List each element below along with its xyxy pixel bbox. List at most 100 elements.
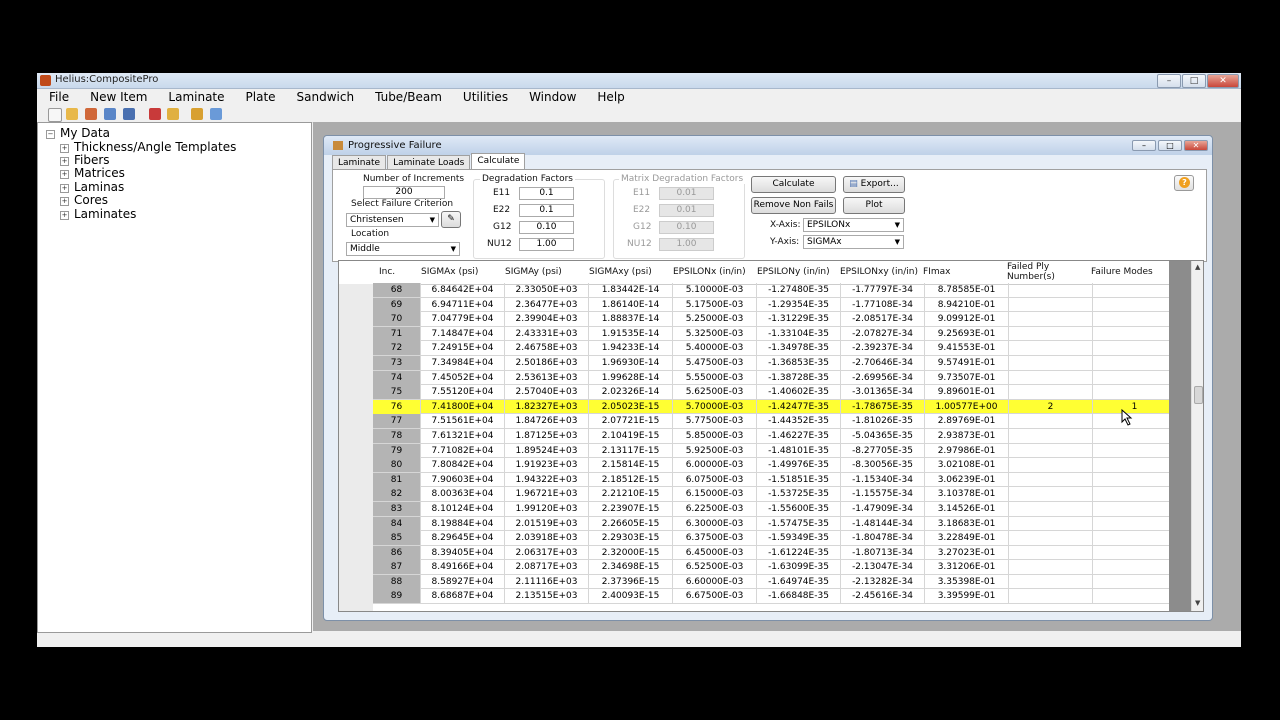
cell-epsilonx[interactable]: 6.52500E-03 [673,560,757,575]
cell-failure-mode[interactable] [1093,326,1177,341]
menu-sandwich[interactable]: Sandwich [285,89,364,107]
cell-fimax[interactable]: 3.31206E-01 [925,560,1009,575]
table-row[interactable]: 89 8.68687E+04 2.13515E+03 2.40093E-15 6.675… [373,589,1191,605]
child-maximize-button[interactable]: □ [1158,140,1182,151]
cell-epsilonx[interactable]: 5.10000E-03 [673,283,757,297]
cell-fimax[interactable]: 3.02108E-01 [925,458,1009,473]
cell-epsilonx[interactable]: 6.00000E-03 [673,458,757,473]
table-row[interactable]: 86 8.39405E+04 2.06317E+03 2.32000E-15 6.450… [373,545,1191,561]
cell-failure-mode[interactable] [1093,414,1177,429]
cell-failure-mode[interactable]: 1 [1093,399,1177,414]
cell-epsilony[interactable]: -1.42477E-35 [757,399,841,414]
xaxis-select[interactable]: EPSILONx ▼ [803,218,904,232]
cell-failure-mode[interactable] [1093,385,1177,400]
cell-sigmax[interactable]: 7.41800E+04 [421,399,505,414]
cell-fimax[interactable]: 3.35398E-01 [925,574,1009,589]
cell-sigmaxy[interactable]: 2.40093E-15 [589,589,673,604]
table-row[interactable]: 80 7.80842E+04 1.91923E+03 2.15814E-15 6.000… [373,458,1191,473]
cell-epsilonx[interactable]: 5.32500E-03 [673,326,757,341]
cell-epsilony[interactable]: -1.53725E-35 [757,487,841,502]
cell-epsilony[interactable]: -1.48101E-35 [757,443,841,458]
cell-inc[interactable]: 78 [373,428,421,443]
cell-epsilonx[interactable]: 5.77500E-03 [673,414,757,429]
cell-sigmay[interactable]: 1.96721E+03 [505,487,589,502]
cell-epsilonx[interactable]: 5.92500E-03 [673,443,757,458]
edit-criterion-button[interactable]: ✎ [441,211,461,228]
open-folder-icon[interactable] [66,108,78,120]
tab-laminate[interactable]: Laminate [332,155,387,169]
cell-sigmaxy[interactable]: 2.29303E-15 [589,531,673,546]
tree-root[interactable]: − My Data [46,126,110,140]
cell-sigmaxy[interactable]: 1.91535E-14 [589,326,673,341]
cell-inc[interactable]: 77 [373,414,421,429]
cell-epsilonxy[interactable]: -1.47909E-34 [841,501,925,516]
cell-epsilony[interactable]: -1.31229E-35 [757,312,841,327]
menu-help[interactable]: Help [585,89,633,107]
table-row[interactable]: 77 7.51561E+04 1.84726E+03 2.07721E-15 5.775… [373,414,1191,429]
cell-sigmax[interactable]: 8.29645E+04 [421,531,505,546]
cell-epsilony[interactable]: -1.46227E-35 [757,428,841,443]
cell-sigmay[interactable]: 2.36477E+03 [505,297,589,312]
cell-inc[interactable]: 83 [373,501,421,516]
cell-inc[interactable]: 86 [373,545,421,560]
cell-sigmax[interactable]: 8.68687E+04 [421,589,505,604]
cell-sigmaxy[interactable]: 2.02326E-14 [589,385,673,400]
col-header-failure-modes[interactable]: Failure Modes [1091,261,1153,284]
cell-sigmax[interactable]: 7.80842E+04 [421,458,505,473]
cell-epsilony[interactable]: -1.33104E-35 [757,326,841,341]
cell-sigmaxy[interactable]: 1.99628E-14 [589,370,673,385]
cell-sigmay[interactable]: 2.46758E+03 [505,341,589,356]
cell-inc[interactable]: 72 [373,341,421,356]
print-icon[interactable] [149,108,161,120]
table-row[interactable]: 69 6.94711E+04 2.36477E+03 1.86140E-14 5.175… [373,297,1191,313]
cell-sigmay[interactable]: 2.57040E+03 [505,385,589,400]
cell-inc[interactable]: 79 [373,443,421,458]
cell-epsilonx[interactable]: 6.37500E-03 [673,531,757,546]
cell-sigmax[interactable]: 7.04779E+04 [421,312,505,327]
cell-sigmay[interactable]: 1.82327E+03 [505,399,589,414]
table-row[interactable]: 83 8.10124E+04 1.99120E+03 2.23907E-15 6.225… [373,501,1191,517]
cell-failure-mode[interactable] [1093,312,1177,327]
cell-inc[interactable]: 88 [373,574,421,589]
cell-fimax[interactable]: 9.09912E-01 [925,312,1009,327]
table-row[interactable]: 85 8.29645E+04 2.03918E+03 2.29303E-15 6.375… [373,531,1191,546]
cell-fimax[interactable]: 3.27023E-01 [925,545,1009,560]
cell-epsilonxy[interactable]: -1.80478E-34 [841,531,925,546]
cell-fimax[interactable]: 9.57491E-01 [925,355,1009,370]
cell-epsilonx[interactable]: 5.85000E-03 [673,428,757,443]
cell-epsilony[interactable]: -1.61224E-35 [757,545,841,560]
cell-sigmay[interactable]: 2.50186E+03 [505,355,589,370]
cell-epsilonx[interactable]: 5.70000E-03 [673,399,757,414]
table-row[interactable]: 87 8.49166E+04 2.08717E+03 2.34698E-15 6.525… [373,560,1191,575]
cell-sigmaxy[interactable]: 2.10419E-15 [589,428,673,443]
cell-failed-ply[interactable] [1009,589,1093,604]
menu-utilities[interactable]: Utilities [451,89,517,107]
cell-failure-mode[interactable] [1093,531,1177,546]
col-header-failed-ply[interactable]: Failed Ply Number(s) [1007,261,1067,284]
help-button[interactable]: ? [1174,175,1194,191]
col-header-epsilony[interactable]: EPSILONy (in/in) [757,261,830,284]
cell-epsilonxy[interactable]: -1.15575E-34 [841,487,925,502]
table-row[interactable]: 74 7.45052E+04 2.53613E+03 1.99628E-14 5.550… [373,370,1191,386]
cell-sigmaxy[interactable]: 2.15814E-15 [589,458,673,473]
cell-sigmax[interactable]: 8.19884E+04 [421,516,505,531]
cell-failed-ply[interactable] [1009,297,1093,312]
cell-sigmaxy[interactable]: 1.96930E-14 [589,355,673,370]
cell-epsilonxy[interactable]: -2.13282E-34 [841,574,925,589]
cell-sigmaxy[interactable]: 2.34698E-15 [589,560,673,575]
cell-epsilonx[interactable]: 5.25000E-03 [673,312,757,327]
cell-inc[interactable]: 87 [373,560,421,575]
cell-epsilonx[interactable]: 6.30000E-03 [673,516,757,531]
cell-sigmaxy[interactable]: 2.37396E-15 [589,574,673,589]
cell-epsilonx[interactable]: 6.15000E-03 [673,487,757,502]
deg-e11-input[interactable]: 0.1 [519,187,574,200]
cell-inc[interactable]: 89 [373,589,421,604]
cell-epsilony[interactable]: -1.59349E-35 [757,531,841,546]
menu-plate[interactable]: Plate [234,89,285,107]
scroll-down-icon[interactable]: ▼ [1195,599,1200,607]
cell-failed-ply[interactable] [1009,385,1093,400]
cell-failed-ply[interactable] [1009,531,1093,546]
tree-icon[interactable] [104,108,116,120]
cell-fimax[interactable]: 9.73507E-01 [925,370,1009,385]
cell-failed-ply[interactable] [1009,458,1093,473]
